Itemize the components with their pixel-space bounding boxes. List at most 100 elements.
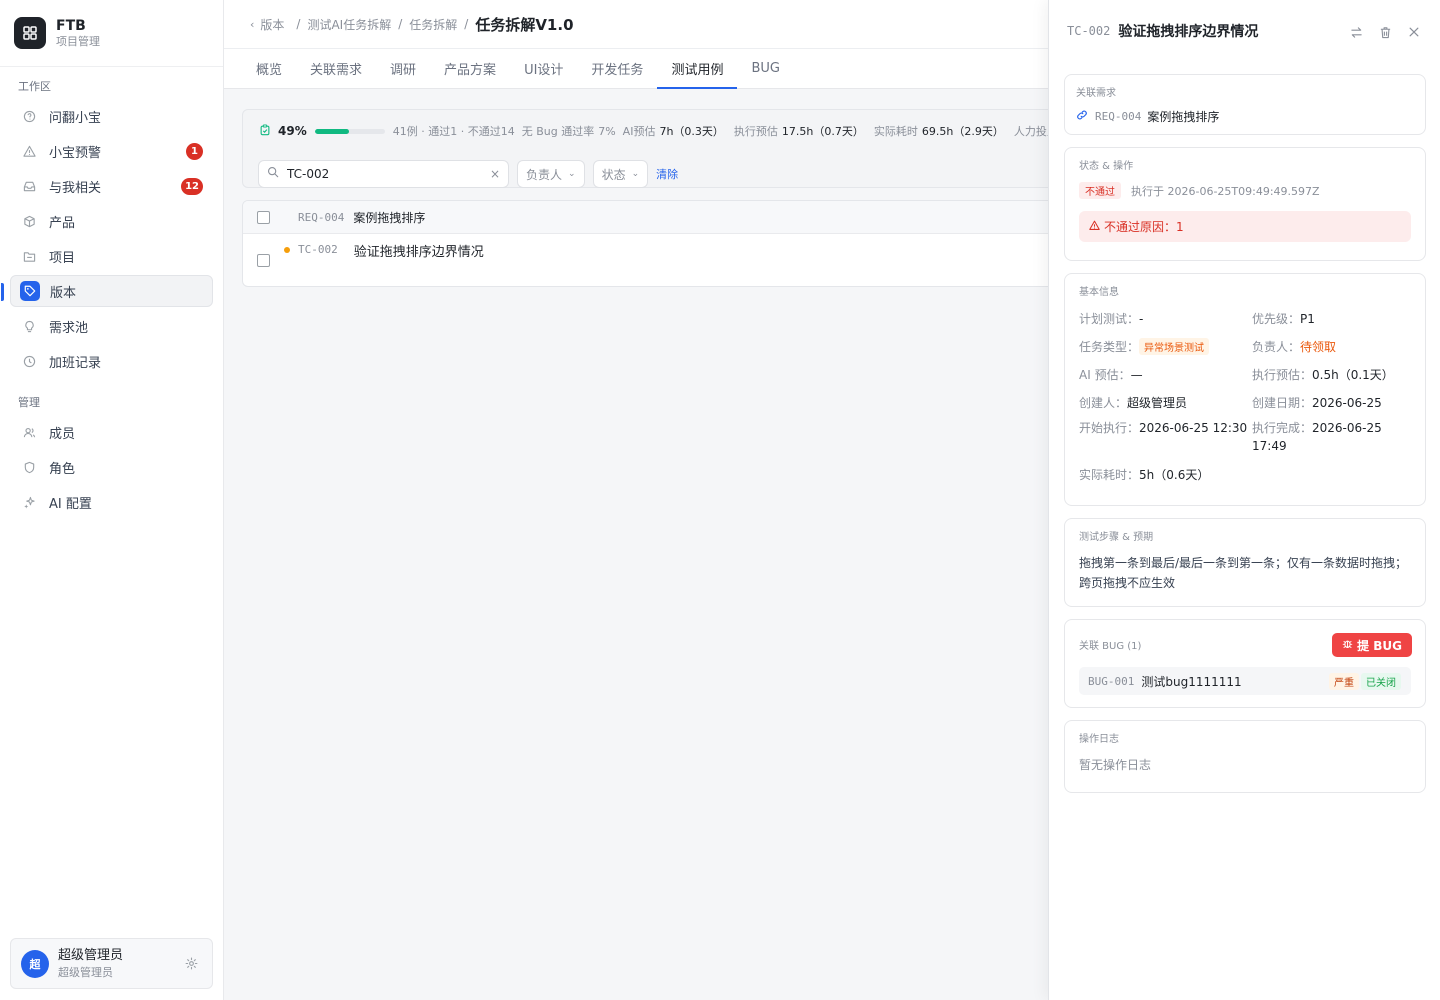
table-row[interactable]: TC-002 验证拖拽排序边界情况: [243, 234, 1065, 286]
filter-panel: 49% 41例 · 通过1 · 不通过14 无 Bug 通过率 7% AI预估 …: [242, 109, 1083, 188]
field-label: 执行完成：: [1252, 421, 1313, 435]
test-case-table: REQ-004 案例拖拽排序 TC-002 验证拖拽排序边界情况: [242, 200, 1066, 287]
sidebar-item-requirement-pool[interactable]: 需求池: [10, 310, 213, 342]
sidebar-item-related[interactable]: 与我相关 12: [10, 170, 213, 202]
row-case-id: TC-002: [298, 243, 338, 256]
drawer-case-id: TC-002: [1067, 24, 1111, 38]
section-title: 操作日志: [1079, 734, 1119, 745]
bug-title: 测试bug1111111: [1141, 674, 1242, 689]
tab-dev-tasks[interactable]: 开发任务: [577, 49, 657, 88]
exec-estimate-field: 0.5h（0.1天）: [1312, 368, 1394, 382]
sidebar-item-version[interactable]: 版本: [1, 275, 213, 307]
clock-icon: [22, 354, 36, 368]
sidebar: FTB 项目管理 工作区 问翻小宝 小宝预警 1 与我相关 12 产品 项目 版…: [0, 0, 224, 1000]
manage-section-title: 管理: [18, 396, 40, 409]
tab-research[interactable]: 调研: [376, 49, 430, 88]
sidebar-item-members[interactable]: 成员: [10, 416, 213, 448]
sidebar-item-ai-config[interactable]: AI 配置: [10, 486, 213, 518]
plan-test-value: -: [1139, 312, 1144, 326]
select-all-checkbox[interactable]: [257, 210, 270, 224]
tab-overview[interactable]: 概览: [242, 49, 296, 88]
breadcrumb-level2[interactable]: 任务拆解: [409, 16, 457, 33]
sidebar-item-label: 与我相关: [49, 180, 102, 196]
requirement-group-header: REQ-004 案例拖拽排序: [243, 201, 1065, 234]
gear-icon[interactable]: [185, 957, 198, 974]
breadcrumb-separator: /: [398, 17, 403, 31]
tab-test-cases[interactable]: 测试用例: [657, 49, 738, 89]
brand: FTB 项目管理: [0, 0, 223, 67]
folder-icon: [22, 249, 36, 263]
owner-value[interactable]: 待领取: [1300, 340, 1336, 354]
drawer-title: 验证拖拽排序边界情况: [1118, 24, 1259, 40]
exec-estimate-value: 17.5h（0.7天）: [781, 125, 864, 138]
brand-name: FTB: [56, 17, 86, 34]
execution-time: 执行于 2026-06-25T09:49:49.597Z: [1131, 184, 1320, 198]
close-icon[interactable]: [1408, 26, 1420, 43]
nobug-label: 无 Bug 通过率: [521, 125, 595, 138]
clear-input-icon[interactable]: ×: [490, 167, 500, 181]
tab-product-plan[interactable]: 产品方案: [430, 49, 510, 88]
bug-id: BUG-001: [1088, 674, 1135, 688]
basic-info-card: 基本信息 计划测试：- 优先级：P1 任务类型： 异常场景测试 负责人：待领取 A…: [1064, 273, 1426, 506]
user-name: 超级管理员: [58, 947, 124, 963]
sidebar-item-product[interactable]: 产品: [10, 205, 213, 237]
user-card[interactable]: 超 超级管理员 超级管理员: [10, 938, 213, 989]
bug-list-item[interactable]: BUG-001 测试bug1111111 严重 已关闭: [1079, 667, 1411, 695]
section-title: 关联需求: [1076, 88, 1116, 99]
sidebar-item-overtime[interactable]: 加班记录: [10, 345, 213, 377]
search-input[interactable]: [287, 167, 490, 181]
brand-subtitle: 项目管理: [56, 34, 100, 48]
creator-value: 超级管理员: [1127, 396, 1188, 410]
breadcrumb-back[interactable]: ‹ 版本: [250, 16, 284, 33]
group-req-title: 案例拖拽排序: [353, 210, 426, 225]
row-checkbox[interactable]: [257, 254, 270, 267]
tab-related-requirements[interactable]: 关联需求: [296, 49, 376, 88]
section-title: 测试步骤 & 预期: [1079, 532, 1154, 543]
sidebar-item-roles[interactable]: 角色: [10, 451, 213, 483]
test-steps-card: 测试步骤 & 预期 拖拽第一条到最后/最后一条到第一条；仅有一条数据时拖拽；跨页…: [1064, 518, 1426, 607]
tab-ui-design[interactable]: UI设计: [510, 49, 577, 88]
users-icon: [22, 425, 36, 439]
req-id[interactable]: REQ-004: [1095, 110, 1141, 123]
related-requirement-card: 关联需求 REQ-004 案例拖拽排序: [1064, 74, 1426, 135]
grid-icon: [14, 17, 46, 49]
sidebar-item-label: 加班记录: [49, 355, 102, 371]
status-select[interactable]: 状态 ⌄: [592, 160, 649, 188]
chat-icon: [22, 109, 36, 123]
owner-select[interactable]: 负责人 ⌄: [517, 160, 585, 188]
sidebar-item-label: 版本: [50, 285, 77, 301]
sidebar-item-label: 小宝预警: [49, 145, 102, 161]
actual-time-field: 5h（0.6天）: [1139, 468, 1210, 482]
link-icon: [1076, 109, 1088, 124]
trash-icon[interactable]: [1379, 26, 1392, 43]
owner-select-label: 负责人: [526, 167, 563, 182]
bug-status-badge: 已关闭: [1361, 672, 1401, 690]
swap-icon[interactable]: [1350, 26, 1363, 43]
report-bug-button[interactable]: 提 BUG: [1332, 633, 1412, 657]
sidebar-item-label: 成员: [49, 426, 76, 442]
section-title: 基本信息: [1079, 287, 1119, 298]
related-bug-card: 关联 BUG (1) 提 BUG BUG-001 测试bug1111111 严重…: [1064, 619, 1426, 708]
sidebar-item-alerts[interactable]: 小宝预警 1: [10, 135, 213, 167]
field-label: 优先级：: [1252, 312, 1301, 326]
field-label: 任务类型：: [1079, 340, 1140, 354]
field-label: AI 预估：: [1079, 368, 1131, 382]
sparkle-icon: [22, 495, 36, 509]
clear-filters-link[interactable]: 清除: [656, 166, 678, 182]
drawer-actions: [1350, 26, 1420, 43]
field-label: 负责人：: [1252, 340, 1301, 354]
req-title[interactable]: 案例拖拽排序: [1147, 108, 1219, 125]
actual-time-label: 实际耗时: [873, 125, 918, 138]
actual-time-value: 69.5h（2.9天）: [921, 125, 1004, 138]
tab-bug[interactable]: BUG: [737, 49, 794, 88]
row-case-title[interactable]: 验证拖拽排序边界情况: [354, 241, 484, 260]
breadcrumb-level1[interactable]: 测试AI任务拆解: [307, 16, 391, 33]
log-empty-text: 暂无操作日志: [1079, 758, 1152, 772]
sidebar-item-project[interactable]: 项目: [10, 240, 213, 272]
sidebar-item-wenfan[interactable]: 问翻小宝: [10, 100, 213, 132]
drawer-header: TC-002 验证拖拽排序边界情况: [1049, 0, 1440, 62]
breadcrumb-separator: /: [296, 17, 301, 31]
basic-info-grid: 计划测试：- 优先级：P1 任务类型： 异常场景测试 负责人：待领取 AI 预估：…: [1079, 310, 1411, 483]
breadcrumb-version: 版本: [260, 17, 285, 32]
case-detail-drawer: TC-002 验证拖拽排序边界情况 关联需求 REQ-004 案例拖拽排序 状态…: [1048, 0, 1440, 1000]
